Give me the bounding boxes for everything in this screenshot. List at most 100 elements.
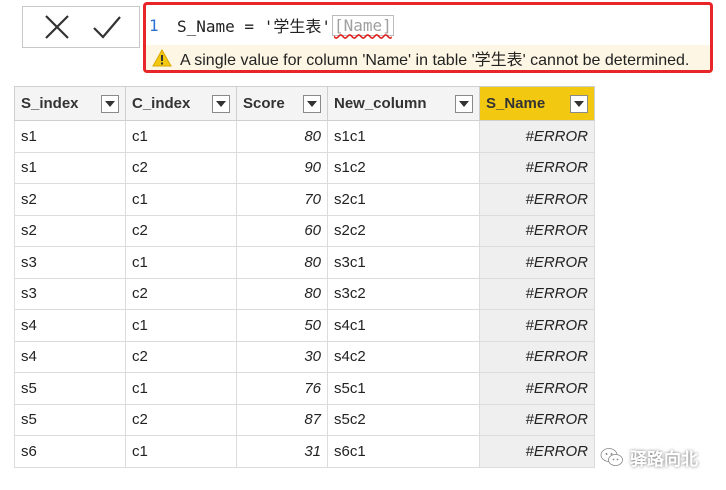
cell-s-index[interactable]: s6 [14, 435, 126, 468]
watermark-text: 驿路向北 [630, 450, 698, 470]
cell-new-column[interactable]: s4c2 [327, 340, 480, 373]
cell-s-name[interactable]: #ERROR [479, 277, 595, 310]
cell-s-name[interactable]: #ERROR [479, 246, 595, 279]
cell-score[interactable]: 76 [236, 372, 328, 405]
chevron-down-icon [307, 100, 317, 107]
table-row[interactable]: s1 c2 90 s1c2 #ERROR [14, 151, 595, 184]
cell-new-column[interactable]: s1c1 [327, 120, 480, 153]
cell-c-index[interactable]: c2 [125, 214, 237, 247]
chevron-down-icon [574, 100, 584, 107]
cell-score[interactable]: 80 [236, 277, 328, 310]
column-header-s-name[interactable]: S_Name [479, 86, 595, 121]
cell-s-name[interactable]: #ERROR [479, 435, 595, 468]
chevron-down-icon [105, 100, 115, 107]
table-header-row: S_index C_index Score New_column S_Name [14, 86, 595, 121]
formula-editor[interactable]: 1 S_Name = '学生表' [Name] [146, 5, 710, 45]
cell-s-index[interactable]: s4 [14, 309, 126, 342]
cell-s-index[interactable]: s5 [14, 372, 126, 405]
cell-c-index[interactable]: c1 [125, 372, 237, 405]
cell-c-index[interactable]: c1 [125, 309, 237, 342]
cell-score[interactable]: 30 [236, 340, 328, 373]
column-header-s-index[interactable]: S_index [14, 86, 126, 121]
cell-s-index[interactable]: s2 [14, 183, 126, 216]
cell-s-index[interactable]: s3 [14, 246, 126, 279]
column-filter-button[interactable] [212, 94, 230, 113]
chevron-down-icon [459, 100, 469, 107]
cell-s-name[interactable]: #ERROR [479, 214, 595, 247]
cell-s-name[interactable]: #ERROR [479, 309, 595, 342]
cell-score[interactable]: 80 [236, 246, 328, 279]
cell-s-name[interactable]: #ERROR [479, 403, 595, 436]
column-header-label: Score [243, 95, 285, 112]
cell-s-index[interactable]: s1 [14, 120, 126, 153]
cell-new-column[interactable]: s5c1 [327, 372, 480, 405]
table-row[interactable]: s5 c2 87 s5c2 #ERROR [14, 403, 595, 436]
table-row[interactable]: s2 c1 70 s2c1 #ERROR [14, 183, 595, 216]
column-filter-button[interactable] [303, 94, 321, 113]
watermark: 驿路向北 [600, 445, 698, 470]
cell-s-index[interactable]: s4 [14, 340, 126, 373]
cell-new-column[interactable]: s3c2 [327, 277, 480, 310]
table-row[interactable]: s5 c1 76 s5c1 #ERROR [14, 372, 595, 405]
cell-s-name[interactable]: #ERROR [479, 372, 595, 405]
table-row[interactable]: s3 c1 80 s3c1 #ERROR [14, 246, 595, 279]
cell-new-column[interactable]: s2c1 [327, 183, 480, 216]
cell-c-index[interactable]: c1 [125, 435, 237, 468]
cell-score[interactable]: 50 [236, 309, 328, 342]
cell-s-name[interactable]: #ERROR [479, 340, 595, 373]
cell-s-name[interactable]: #ERROR [479, 183, 595, 216]
cell-c-index[interactable]: c1 [125, 120, 237, 153]
cell-c-index[interactable]: c2 [125, 340, 237, 373]
column-header-label: S_index [21, 95, 79, 112]
warning-icon [152, 48, 172, 67]
cell-score[interactable]: 31 [236, 435, 328, 468]
cell-c-index[interactable]: c2 [125, 277, 237, 310]
cell-new-column[interactable]: s6c1 [327, 435, 480, 468]
column-filter-button[interactable] [570, 94, 588, 113]
data-table: S_index C_index Score New_column S_Name … [14, 86, 595, 468]
table-row[interactable]: s1 c1 80 s1c1 #ERROR [14, 120, 595, 153]
table-row[interactable]: s4 c1 50 s4c1 #ERROR [14, 309, 595, 342]
cell-new-column[interactable]: s1c2 [327, 151, 480, 184]
cell-s-index[interactable]: s3 [14, 277, 126, 310]
line-number: 1 [149, 15, 159, 35]
cell-new-column[interactable]: s4c1 [327, 309, 480, 342]
cell-score[interactable]: 87 [236, 403, 328, 436]
cell-c-index[interactable]: c1 [125, 183, 237, 216]
cell-s-name[interactable]: #ERROR [479, 151, 595, 184]
column-filter-button[interactable] [455, 94, 473, 113]
formula-error-banner: A single value for column 'Name' in tabl… [146, 45, 710, 70]
cell-s-index[interactable]: s5 [14, 403, 126, 436]
formula-expression: S_Name = '学生表' [177, 17, 331, 36]
cell-c-index[interactable]: c1 [125, 246, 237, 279]
wechat-icon [600, 448, 623, 466]
commit-button[interactable] [87, 11, 127, 43]
cell-score[interactable]: 70 [236, 183, 328, 216]
table-row[interactable]: s3 c2 80 s3c2 #ERROR [14, 277, 595, 310]
cell-s-index[interactable]: s1 [14, 151, 126, 184]
formula-column-reference: [Name] [331, 14, 394, 36]
cell-c-index[interactable]: c2 [125, 151, 237, 184]
table-row[interactable]: s4 c2 30 s4c2 #ERROR [14, 340, 595, 373]
cell-score[interactable]: 60 [236, 214, 328, 247]
cell-c-index[interactable]: c2 [125, 403, 237, 436]
column-header-new-column[interactable]: New_column [327, 86, 480, 121]
cell-new-column[interactable]: s2c2 [327, 214, 480, 247]
cell-new-column[interactable]: s5c2 [327, 403, 480, 436]
close-icon [45, 15, 69, 39]
checkmark-icon [93, 16, 121, 39]
cell-s-index[interactable]: s2 [14, 214, 126, 247]
column-header-label: S_Name [486, 95, 546, 112]
column-filter-button[interactable] [101, 94, 119, 113]
cell-score[interactable]: 80 [236, 120, 328, 153]
cell-s-name[interactable]: #ERROR [479, 120, 595, 153]
table-row[interactable]: s6 c1 31 s6c1 #ERROR [14, 435, 595, 468]
cell-score[interactable]: 90 [236, 151, 328, 184]
table-row[interactable]: s2 c2 60 s2c2 #ERROR [14, 214, 595, 247]
cancel-button[interactable] [37, 11, 77, 43]
formula-bar[interactable]: 1 S_Name = '学生表' [Name] A single value f… [143, 2, 713, 73]
cell-new-column[interactable]: s3c1 [327, 246, 480, 279]
column-header-c-index[interactable]: C_index [125, 86, 237, 121]
column-header-label: C_index [132, 95, 191, 112]
column-header-score[interactable]: Score [236, 86, 328, 121]
